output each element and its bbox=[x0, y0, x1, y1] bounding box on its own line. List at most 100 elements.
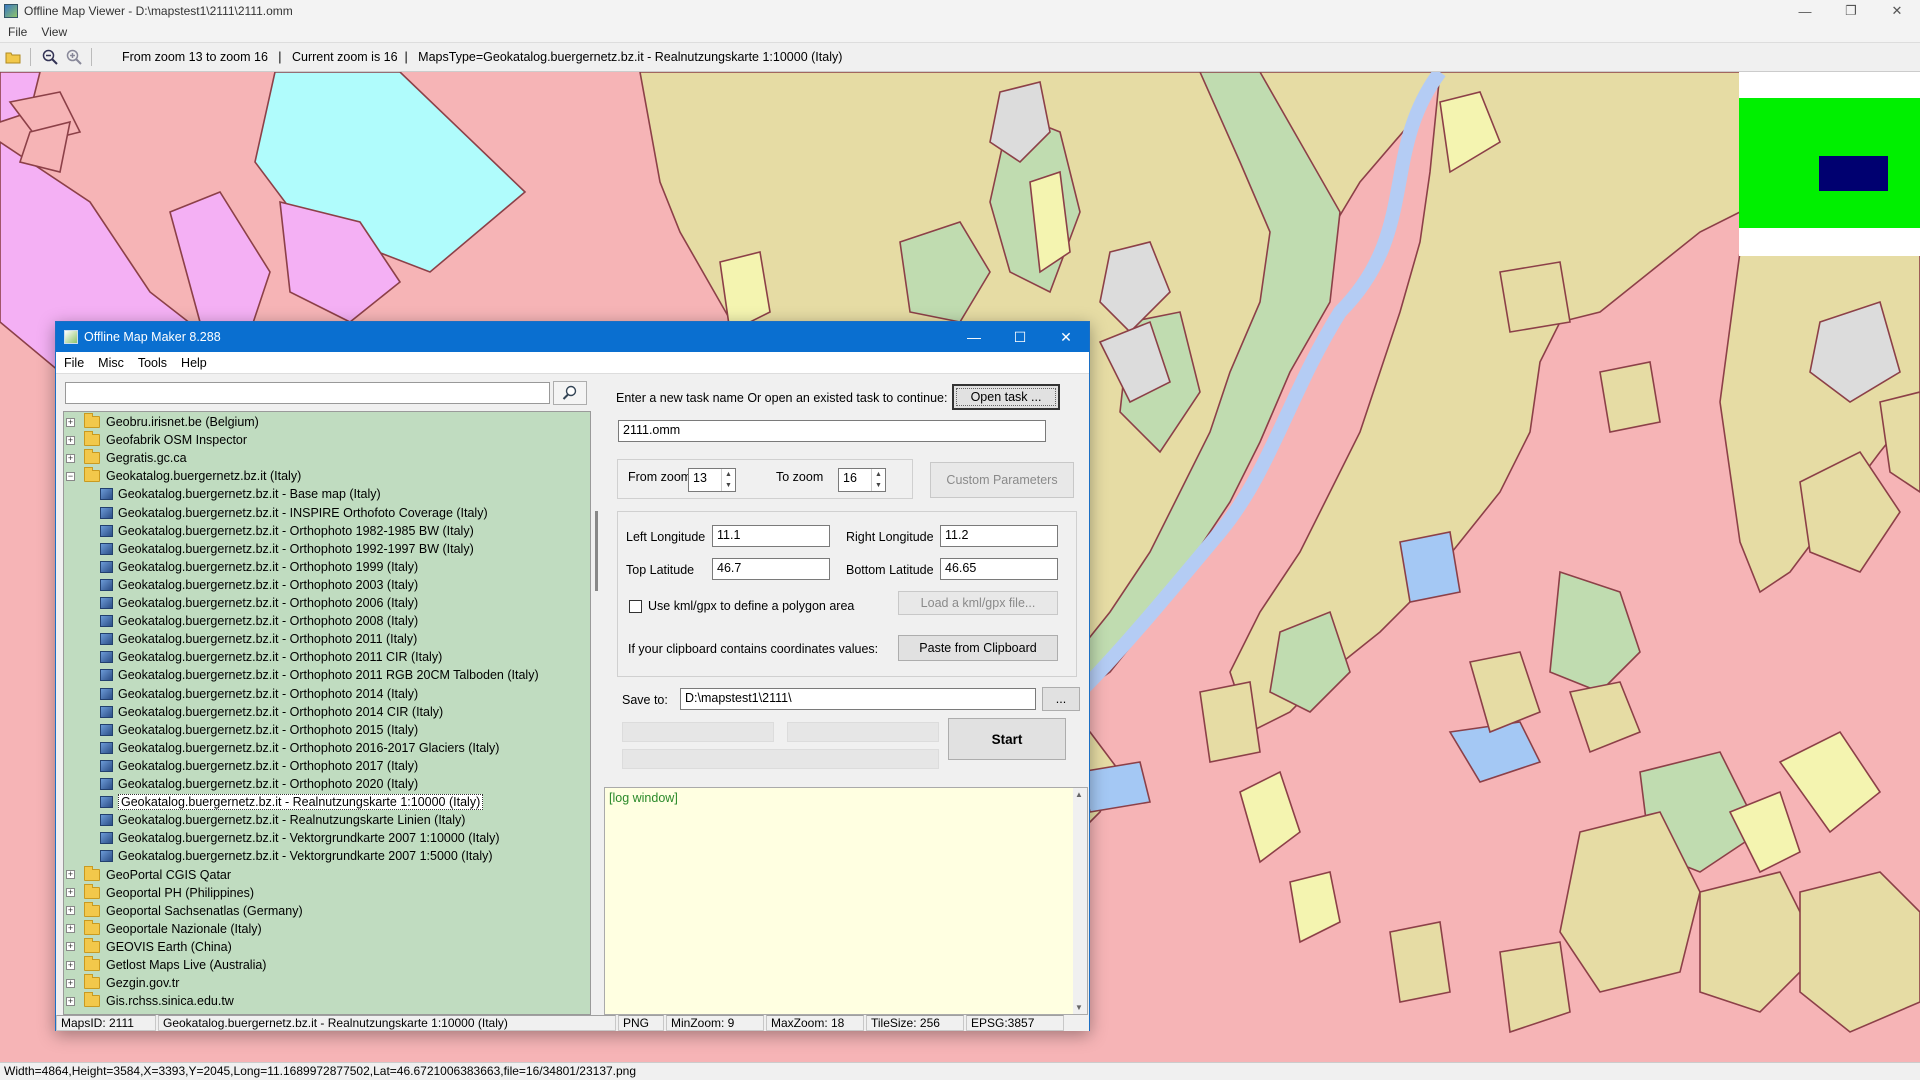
tree-folder[interactable]: + Geofabrik OSM Inspector bbox=[64, 431, 247, 449]
to-zoom-down-icon[interactable]: ▼ bbox=[872, 480, 885, 491]
tree-item-label: Geokatalog.buergernetz.bz.it - Orthophot… bbox=[118, 668, 539, 683]
tree-map-item[interactable]: Geokatalog.buergernetz.bz.it - Orthophot… bbox=[64, 612, 418, 630]
status-max-zoom: MaxZoom: 18 bbox=[766, 1015, 864, 1031]
bottom-latitude-input[interactable]: 46.65 bbox=[940, 558, 1058, 580]
dialog-menu-tools[interactable]: Tools bbox=[138, 356, 167, 370]
collapse-icon[interactable]: − bbox=[66, 471, 75, 481]
search-button[interactable] bbox=[553, 381, 587, 405]
tree-folder[interactable]: + GEOVIS Earth (China) bbox=[64, 937, 232, 956]
tree-folder[interactable]: + Gis.rchss.sinica.edu.tw bbox=[64, 992, 234, 1010]
start-button[interactable]: Start bbox=[948, 718, 1066, 760]
tree-map-item[interactable]: Geokatalog.buergernetz.bz.it - Vektorgru… bbox=[64, 829, 499, 847]
dialog-maximize-button[interactable]: ☐ bbox=[997, 322, 1043, 352]
tree-map-item[interactable]: Geokatalog.buergernetz.bz.it - Vektorgru… bbox=[64, 847, 493, 865]
tree-map-item[interactable]: Geokatalog.buergernetz.bz.it - Orthophot… bbox=[64, 540, 474, 558]
expand-icon[interactable]: + bbox=[66, 942, 75, 952]
tree-folder[interactable]: + Geoportal Sachsenatlas (Germany) bbox=[64, 901, 303, 920]
tree-map-item[interactable]: Geokatalog.buergernetz.bz.it - Orthophot… bbox=[64, 703, 443, 721]
tree-folder[interactable]: + Getlost Maps Live (Australia) bbox=[64, 956, 266, 974]
left-longitude-label: Left Longitude bbox=[626, 530, 706, 544]
app-icon bbox=[4, 4, 18, 18]
tree-map-item[interactable]: Geokatalog.buergernetz.bz.it - Realnutzu… bbox=[64, 811, 465, 829]
save-to-input[interactable]: D:\mapstest1\2111\ bbox=[680, 688, 1036, 710]
tree-map-item[interactable]: Geokatalog.buergernetz.bz.it - Orthophot… bbox=[64, 685, 418, 703]
tree-map-item[interactable]: Geokatalog.buergernetz.bz.it - Orthophot… bbox=[64, 630, 417, 648]
tree-scrollbar[interactable] bbox=[591, 411, 603, 1015]
tree-map-item[interactable]: Geokatalog.buergernetz.bz.it - Orthophot… bbox=[64, 522, 474, 540]
minimap-viewport[interactable] bbox=[1819, 156, 1888, 191]
open-task-button[interactable]: Open task ... bbox=[952, 384, 1060, 410]
tree-map-item[interactable]: Geokatalog.buergernetz.bz.it - Orthophot… bbox=[64, 739, 499, 757]
tree-folder[interactable]: + Gegratis.gc.ca bbox=[64, 449, 187, 467]
expand-icon[interactable]: + bbox=[66, 996, 75, 1006]
from-zoom-spinner[interactable]: 13 ▲ ▼ bbox=[688, 468, 736, 492]
tree-map-item[interactable]: Geokatalog.buergernetz.bz.it - INSPIRE O… bbox=[64, 504, 488, 522]
tree-map-item[interactable]: Geokatalog.buergernetz.bz.it - Orthophot… bbox=[64, 576, 418, 594]
expand-icon[interactable]: + bbox=[66, 870, 75, 879]
tree-map-item[interactable]: Geokatalog.buergernetz.bz.it - Orthophot… bbox=[64, 558, 418, 576]
menu-file[interactable]: File bbox=[8, 25, 27, 39]
paste-clipboard-button[interactable]: Paste from Clipboard bbox=[898, 635, 1058, 661]
tree-map-item[interactable]: Geokatalog.buergernetz.bz.it - Orthophot… bbox=[64, 757, 418, 775]
load-kml-button[interactable]: Load a kml/gpx file... bbox=[898, 591, 1058, 615]
minimize-button[interactable]: — bbox=[1782, 0, 1828, 22]
tree-item-label: Geokatalog.buergernetz.bz.it - Orthophot… bbox=[118, 559, 419, 574]
custom-parameters-button[interactable]: Custom Parameters bbox=[930, 462, 1074, 498]
kml-checkbox[interactable] bbox=[629, 600, 642, 613]
log-window[interactable]: [log window] ▲ ▼ bbox=[604, 787, 1088, 1015]
tree-item-label: Geokatalog.buergernetz.bz.it (Italy) bbox=[106, 469, 302, 484]
dialog-menu-file[interactable]: File bbox=[64, 356, 84, 370]
tree-map-item[interactable]: Geokatalog.buergernetz.bz.it - Orthophot… bbox=[64, 648, 442, 666]
menu-view[interactable]: View bbox=[41, 25, 67, 39]
task-name-input[interactable]: 2111.omm bbox=[618, 420, 1046, 442]
browse-button[interactable]: ... bbox=[1042, 687, 1080, 711]
tree-item-label: Geoportal Sachsenatlas (Germany) bbox=[106, 903, 303, 918]
log-scrollbar[interactable]: ▲ ▼ bbox=[1073, 788, 1087, 1014]
tree-map-item[interactable]: Geokatalog.buergernetz.bz.it - Orthophot… bbox=[64, 775, 418, 793]
save-to-label: Save to: bbox=[622, 693, 668, 707]
close-button[interactable]: ✕ bbox=[1874, 0, 1920, 22]
tree-map-item[interactable]: Geokatalog.buergernetz.bz.it - Base map … bbox=[64, 485, 381, 503]
to-zoom-up-icon[interactable]: ▲ bbox=[872, 469, 885, 480]
from-zoom-down-icon[interactable]: ▼ bbox=[722, 480, 735, 491]
expand-icon[interactable]: + bbox=[66, 417, 75, 427]
dialog-close-button[interactable]: ✕ bbox=[1043, 322, 1089, 352]
expand-icon[interactable]: + bbox=[66, 906, 75, 916]
folder-open-icon[interactable] bbox=[2, 46, 24, 68]
tree-folder[interactable]: + GeoPortal CGIS Qatar bbox=[64, 865, 231, 884]
from-zoom-up-icon[interactable]: ▲ bbox=[722, 469, 735, 480]
tree-map-item[interactable]: Geokatalog.buergernetz.bz.it - Orthophot… bbox=[64, 666, 539, 684]
tree-map-item[interactable]: Geokatalog.buergernetz.bz.it - Orthophot… bbox=[64, 594, 418, 612]
tree-folder[interactable]: + Geobru.irisnet.be (Belgium) bbox=[64, 413, 259, 431]
tree-item-label: Geokatalog.buergernetz.bz.it - Orthophot… bbox=[118, 614, 419, 629]
expand-icon[interactable]: + bbox=[66, 453, 75, 463]
dialog-minimize-button[interactable]: — bbox=[951, 322, 997, 352]
zoom-in-icon[interactable] bbox=[63, 46, 85, 68]
top-latitude-input[interactable]: 46.7 bbox=[712, 558, 830, 580]
tree-map-item[interactable]: Geokatalog.buergernetz.bz.it - Realnutzu… bbox=[64, 793, 484, 811]
dialog-menu-misc[interactable]: Misc bbox=[98, 356, 124, 370]
tree-map-item[interactable]: Geokatalog.buergernetz.bz.it - Orthophot… bbox=[64, 721, 418, 739]
left-longitude-input[interactable]: 11.1 bbox=[712, 525, 830, 547]
tree-item-label: Geokatalog.buergernetz.bz.it - Orthophot… bbox=[118, 577, 419, 592]
restore-button[interactable]: ❐ bbox=[1828, 0, 1874, 22]
to-zoom-spinner[interactable]: 16 ▲ ▼ bbox=[838, 468, 886, 492]
expand-icon[interactable]: + bbox=[66, 960, 75, 970]
expand-icon[interactable]: + bbox=[66, 435, 75, 445]
map-icon bbox=[100, 597, 113, 609]
expand-icon[interactable]: + bbox=[66, 888, 75, 898]
dialog-menu-help[interactable]: Help bbox=[181, 356, 207, 370]
expand-icon[interactable]: + bbox=[66, 978, 75, 988]
tree-folder[interactable]: − Geokatalog.buergernetz.bz.it (Italy) bbox=[64, 467, 301, 485]
expand-icon[interactable]: + bbox=[66, 924, 75, 934]
map-search-input[interactable] bbox=[65, 382, 550, 404]
tree-folder[interactable]: + Geoportal PH (Philippines) bbox=[64, 883, 254, 902]
tree-item-label: Geokatalog.buergernetz.bz.it - Orthophot… bbox=[118, 596, 419, 610]
map-source-tree[interactable]: + Geobru.irisnet.be (Belgium) + Geofabrik O… bbox=[63, 411, 591, 1015]
overview-minimap[interactable] bbox=[1739, 72, 1920, 256]
zoom-out-icon[interactable] bbox=[39, 46, 61, 68]
tree-folder[interactable]: + Gezgin.gov.tr bbox=[64, 974, 179, 992]
map-icon bbox=[100, 778, 113, 790]
tree-folder[interactable]: + Geoportale Nazionale (Italy) bbox=[64, 919, 262, 938]
right-longitude-input[interactable]: 11.2 bbox=[940, 525, 1058, 547]
